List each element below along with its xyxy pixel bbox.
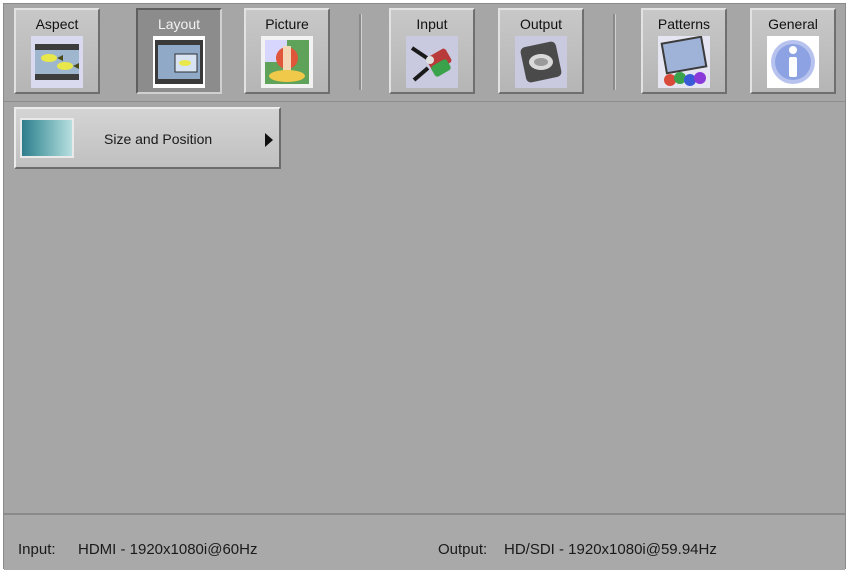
tab-general[interactable]: General (750, 8, 836, 94)
toolbar-separator (613, 14, 616, 90)
info-icon (767, 36, 819, 88)
tab-layout-label: Layout (157, 16, 201, 32)
tab-input-label: Input (416, 16, 448, 32)
chevron-right-icon (265, 133, 273, 147)
output-icon (515, 36, 567, 88)
patterns-icon (658, 36, 710, 88)
layout-icon (153, 36, 205, 88)
status-output-value: HD/SDI - 1920x1080i@59.94Hz (504, 541, 717, 558)
status-input-value: HDMI - 1920x1080i@60Hz (78, 541, 258, 558)
toolbar: Aspect Layout Picture Input Output Patte… (4, 4, 845, 102)
size-position-icon (20, 118, 74, 158)
tab-input[interactable]: Input (389, 8, 475, 94)
tab-general-label: General (768, 16, 818, 32)
tab-aspect-label: Aspect (35, 16, 79, 32)
tab-patterns[interactable]: Patterns (641, 8, 727, 94)
status-bar: Input: HDMI - 1920x1080i@60Hz Output: HD… (4, 513, 845, 570)
tab-layout[interactable]: Layout (136, 8, 222, 94)
aspect-icon (31, 36, 83, 88)
app-window: Aspect Layout Picture Input Output Patte… (3, 3, 846, 570)
tab-picture-label: Picture (265, 16, 309, 32)
menu-item-label: Size and Position (104, 131, 213, 147)
status-input-label: Input: (18, 541, 56, 558)
tab-output[interactable]: Output (498, 8, 584, 94)
tab-patterns-label: Patterns (657, 16, 711, 32)
toolbar-separator (359, 14, 362, 90)
tab-picture[interactable]: Picture (244, 8, 330, 94)
size-and-position-menu-item[interactable]: Size and Position (14, 107, 281, 169)
picture-icon (261, 36, 313, 88)
input-icon (406, 36, 458, 88)
tab-aspect[interactable]: Aspect (14, 8, 100, 94)
tab-output-label: Output (519, 16, 563, 32)
status-output-label: Output: (438, 541, 488, 558)
